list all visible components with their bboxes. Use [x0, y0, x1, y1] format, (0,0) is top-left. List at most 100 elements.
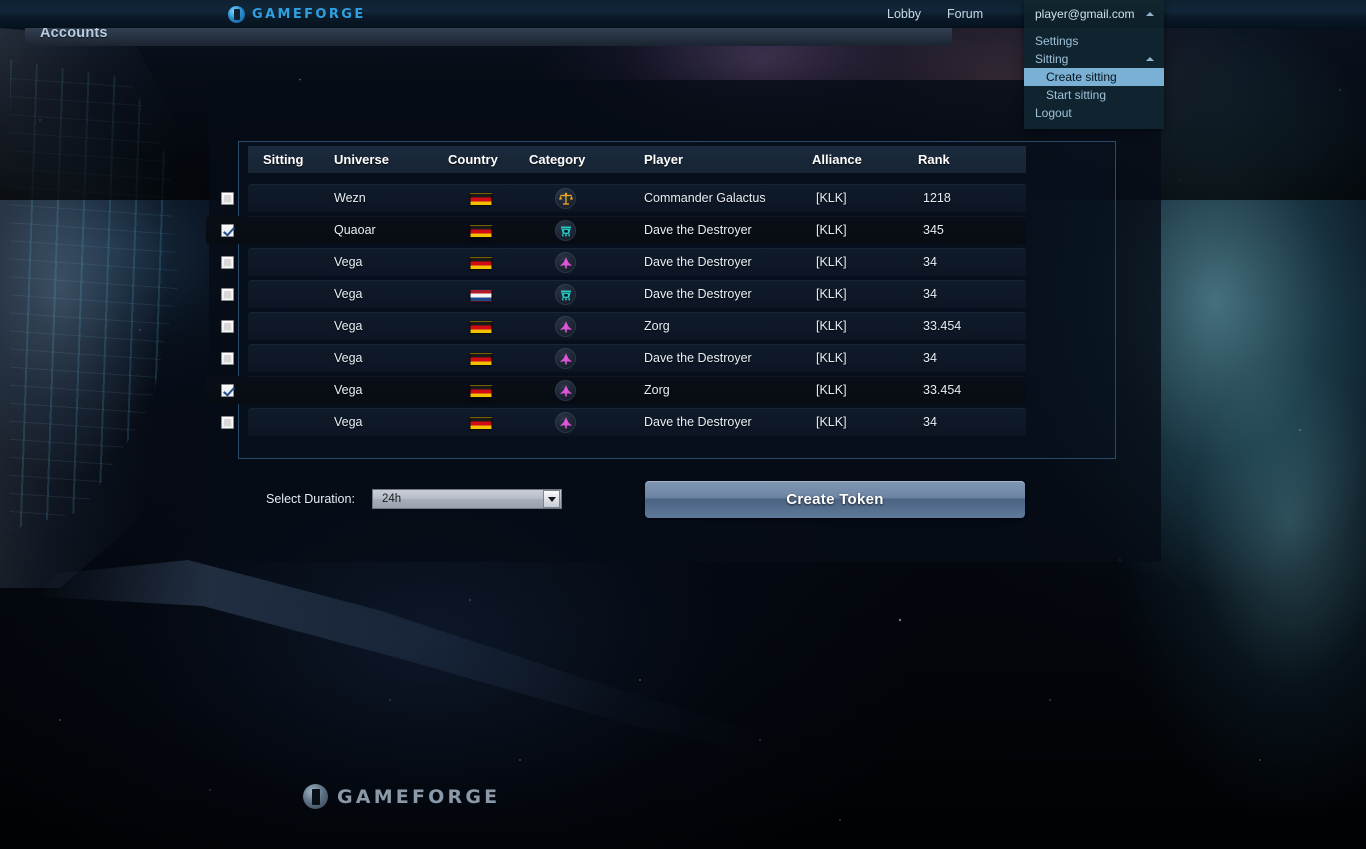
- table-row[interactable]: Vega Zorg [KLK] 33.454: [206, 376, 1026, 404]
- sitting-checkbox-cell[interactable]: [206, 344, 248, 372]
- menu-item-logout[interactable]: Logout: [1024, 104, 1164, 122]
- column-header-country: Country: [448, 152, 498, 167]
- account-email-label: player@gmail.com: [1035, 7, 1135, 21]
- table-row[interactable]: Vega Dave the Destroyer [KLK] 34: [220, 280, 1026, 308]
- sitting-checkbox[interactable]: [220, 319, 234, 333]
- cell-rank: 33.454: [923, 319, 962, 333]
- account-menu-trigger[interactable]: player@gmail.com: [1024, 0, 1164, 28]
- gameforge-brand[interactable]: GAMEFORGE: [228, 0, 366, 28]
- cell-player: Dave the Destroyer: [644, 255, 752, 269]
- cell-rank: 34: [923, 351, 937, 365]
- cell-universe: Vega: [334, 287, 363, 301]
- cell-universe: Wezn: [334, 191, 366, 205]
- cell-alliance: [KLK]: [816, 319, 847, 333]
- cell-universe: Vega: [334, 319, 363, 333]
- cell-universe: Quaoar: [334, 223, 376, 237]
- caret-up-icon: [1146, 57, 1154, 61]
- sitting-checkbox[interactable]: [220, 383, 234, 397]
- column-header-sitting: Sitting: [263, 152, 304, 167]
- cell-player: Dave the Destroyer: [644, 223, 752, 237]
- column-header-category: Category: [529, 152, 586, 167]
- cell-rank: 34: [923, 255, 937, 269]
- cell-alliance: [KLK]: [816, 415, 847, 429]
- category-military-icon: [555, 412, 576, 433]
- create-token-button[interactable]: Create Token: [645, 481, 1025, 518]
- sitting-checkbox-cell[interactable]: [206, 312, 248, 340]
- table-row[interactable]: Vega Dave the Destroyer [KLK] 34: [220, 344, 1026, 372]
- gameforge-logo-icon: [228, 5, 245, 23]
- cell-rank: 1218: [923, 191, 951, 205]
- category-economy-icon: [555, 220, 576, 241]
- sitting-checkbox[interactable]: [220, 255, 234, 269]
- category-military-icon: [555, 348, 576, 369]
- account-menu-list: Settings Sitting Create sitting Start si…: [1024, 28, 1164, 129]
- cell-alliance: [KLK]: [816, 383, 847, 397]
- table-row[interactable]: Vega Dave the Destroyer [KLK] 34: [220, 408, 1026, 436]
- menu-item-create-sitting[interactable]: Create sitting: [1024, 68, 1164, 86]
- duration-selected-value: 24h: [382, 493, 402, 505]
- duration-select[interactable]: 24h: [372, 489, 562, 509]
- sitting-checkbox-cell[interactable]: [206, 408, 248, 436]
- column-header-universe: Universe: [334, 152, 389, 167]
- country-flag-de-icon: [470, 321, 492, 334]
- cell-rank: 34: [923, 415, 937, 429]
- country-flag-de-icon: [470, 353, 492, 366]
- sitting-checkbox-cell[interactable]: [206, 280, 248, 308]
- category-military-icon: [555, 316, 576, 337]
- cell-universe: Vega: [334, 351, 363, 365]
- nav-link-lobby[interactable]: Lobby: [887, 0, 921, 28]
- nav-link-forum[interactable]: Forum: [947, 0, 983, 28]
- table-row[interactable]: Wezn Commander Galactus [KLK] 1218: [220, 184, 1026, 212]
- gameforge-logo-icon: [303, 784, 328, 809]
- menu-item-sitting[interactable]: Sitting: [1024, 50, 1164, 68]
- cell-alliance: [KLK]: [816, 223, 847, 237]
- table-row[interactable]: Vega Zorg [KLK] 33.454: [220, 312, 1026, 340]
- menu-item-start-sitting[interactable]: Start sitting: [1024, 86, 1164, 104]
- cell-player: Zorg: [644, 319, 670, 333]
- page-footer: GAMEFORGE USK 0 ab 0 Jahren SAFE PLAY: [0, 740, 1366, 849]
- category-military-icon: [555, 252, 576, 273]
- menu-item-label: Settings: [1035, 34, 1079, 48]
- cell-rank: 345: [923, 223, 944, 237]
- menu-item-settings[interactable]: Settings: [1024, 32, 1164, 50]
- table-row[interactable]: Vega Dave the Destroyer [KLK] 34: [220, 248, 1026, 276]
- cell-player: Dave the Destroyer: [644, 415, 752, 429]
- cell-rank: 34: [923, 287, 937, 301]
- country-flag-de-icon: [470, 257, 492, 270]
- footer-brand-label: GAMEFORGE: [337, 785, 501, 808]
- sitting-checkbox[interactable]: [220, 191, 234, 205]
- sitting-checkbox-cell[interactable]: [206, 248, 248, 276]
- duration-label: Select Duration:: [266, 492, 355, 506]
- country-flag-de-icon: [470, 385, 492, 398]
- cell-alliance: [KLK]: [816, 287, 847, 301]
- sitting-checkbox[interactable]: [220, 415, 234, 429]
- sitting-checkbox-cell[interactable]: [206, 376, 248, 404]
- country-flag-de-icon: [470, 193, 492, 206]
- sitting-checkbox[interactable]: [220, 223, 234, 237]
- accounts-table-header: Sitting Universe Country Category Player…: [248, 146, 1026, 173]
- sitting-checkbox-cell[interactable]: [206, 184, 248, 212]
- country-flag-de-icon: [470, 417, 492, 430]
- space-station-detail-art: [10, 60, 178, 530]
- cell-universe: Vega: [334, 415, 363, 429]
- column-header-player: Player: [644, 152, 684, 167]
- column-header-alliance: Alliance: [812, 152, 862, 167]
- space-station-art: [0, 28, 198, 588]
- cell-player: Commander Galactus: [644, 191, 766, 205]
- cell-player: Zorg: [644, 383, 670, 397]
- sitting-checkbox-cell[interactable]: [206, 216, 248, 244]
- create-token-label: Create Token: [786, 491, 884, 508]
- table-row[interactable]: Quaoar Dave the Destroyer [KLK] 345: [206, 216, 1026, 244]
- category-economy-icon: [555, 284, 576, 305]
- sitting-checkbox[interactable]: [220, 287, 234, 301]
- cell-universe: Vega: [334, 383, 363, 397]
- menu-item-label: Sitting: [1035, 52, 1069, 66]
- footer-gameforge-brand[interactable]: GAMEFORGE: [303, 784, 500, 809]
- country-flag-nl-icon: [470, 289, 492, 302]
- cell-alliance: [KLK]: [816, 351, 847, 365]
- sitting-checkbox[interactable]: [220, 351, 234, 365]
- menu-item-label: Logout: [1035, 106, 1072, 120]
- menu-item-label: Create sitting: [1046, 70, 1117, 84]
- cell-rank: 33.454: [923, 383, 962, 397]
- caret-down-icon[interactable]: [543, 490, 560, 508]
